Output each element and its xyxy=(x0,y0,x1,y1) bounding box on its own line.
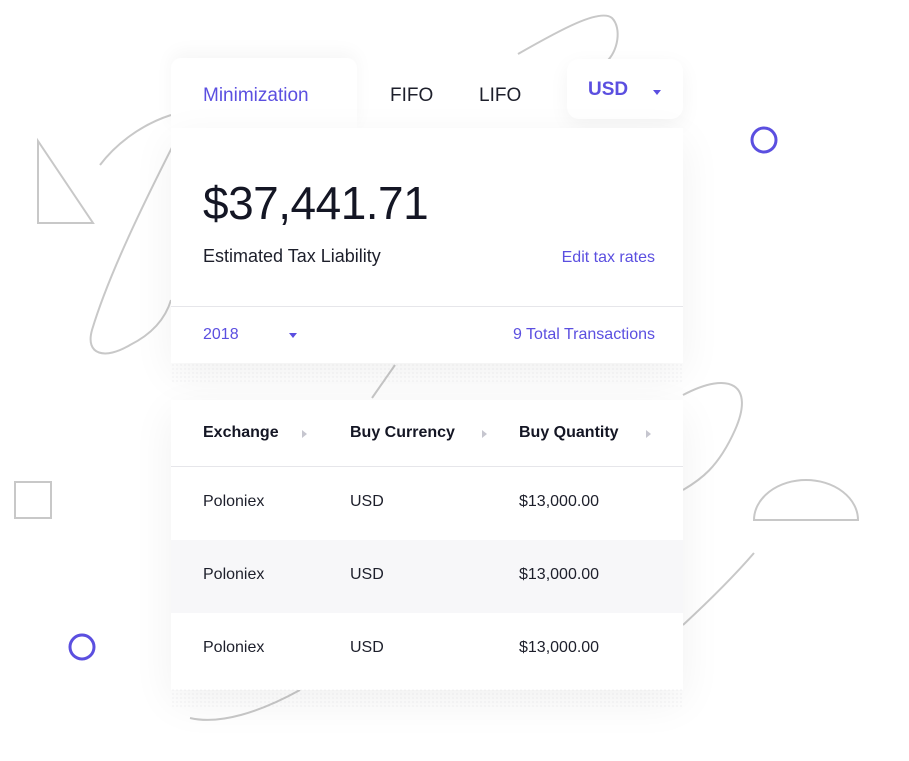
sort-caret-icon[interactable] xyxy=(302,430,307,438)
decorative-curve-top xyxy=(517,14,619,63)
cell-buy-quantity: $13,000.00 xyxy=(519,639,600,656)
table-row[interactable]: Poloniex USD $13,000.00 xyxy=(171,467,683,540)
column-header-buy-currency[interactable]: Buy Currency xyxy=(350,424,455,442)
year-select-value: 2018 xyxy=(203,326,239,343)
total-transactions-link[interactable]: 9 Total Transactions xyxy=(513,326,655,344)
cell-buy-quantity: $13,000.00 xyxy=(519,566,600,583)
divider xyxy=(171,306,683,307)
sort-caret-icon[interactable] xyxy=(482,430,487,438)
cell-exchange: Poloniex xyxy=(203,493,265,510)
cell-buy-currency: USD xyxy=(350,566,384,583)
column-header-exchange[interactable]: Exchange xyxy=(203,424,279,442)
dropdown-caret-icon xyxy=(653,90,661,95)
decorative-semicircle xyxy=(752,479,860,521)
decorative-circle-bottom xyxy=(68,633,96,661)
torn-edge-texture xyxy=(171,688,683,708)
table-header: Exchange Buy Currency Buy Quantity xyxy=(171,400,683,467)
table-row[interactable]: Poloniex USD $13,000.00 xyxy=(171,613,683,686)
sort-caret-icon[interactable] xyxy=(646,430,651,438)
year-select[interactable]: 2018 xyxy=(203,326,239,344)
method-tabs: Minimization FIFO LIFO USD xyxy=(171,58,683,130)
decorative-triangle xyxy=(37,137,95,224)
decorative-square xyxy=(14,481,52,519)
dropdown-caret-icon[interactable] xyxy=(289,333,297,338)
torn-edge-texture xyxy=(171,363,683,383)
transactions-table: Exchange Buy Currency Buy Quantity Polon… xyxy=(171,400,683,690)
cell-buy-quantity: $13,000.00 xyxy=(519,493,600,510)
tax-summary-card: $37,441.71 Estimated Tax Liability Edit … xyxy=(171,128,683,363)
cell-buy-currency: USD xyxy=(350,493,384,510)
decorative-curve-right xyxy=(682,381,755,626)
column-header-buy-quantity[interactable]: Buy Quantity xyxy=(519,424,619,442)
edit-tax-rates-link[interactable]: Edit tax rates xyxy=(562,249,655,267)
tab-minimization-label[interactable]: Minimization xyxy=(203,84,309,108)
cell-exchange: Poloniex xyxy=(203,566,265,583)
cell-buy-currency: USD xyxy=(350,639,384,656)
decorative-circle-top xyxy=(750,126,778,154)
currency-select-value: USD xyxy=(588,79,629,100)
tab-lifo[interactable]: LIFO xyxy=(479,84,521,108)
cell-exchange: Poloniex xyxy=(203,639,265,656)
currency-select[interactable]: USD xyxy=(567,59,683,119)
tax-liability-amount: $37,441.71 xyxy=(203,177,429,229)
tab-fifo[interactable]: FIFO xyxy=(390,84,433,108)
table-row[interactable]: Poloniex USD $13,000.00 xyxy=(171,540,683,613)
tax-liability-label: Estimated Tax Liability xyxy=(203,246,381,266)
